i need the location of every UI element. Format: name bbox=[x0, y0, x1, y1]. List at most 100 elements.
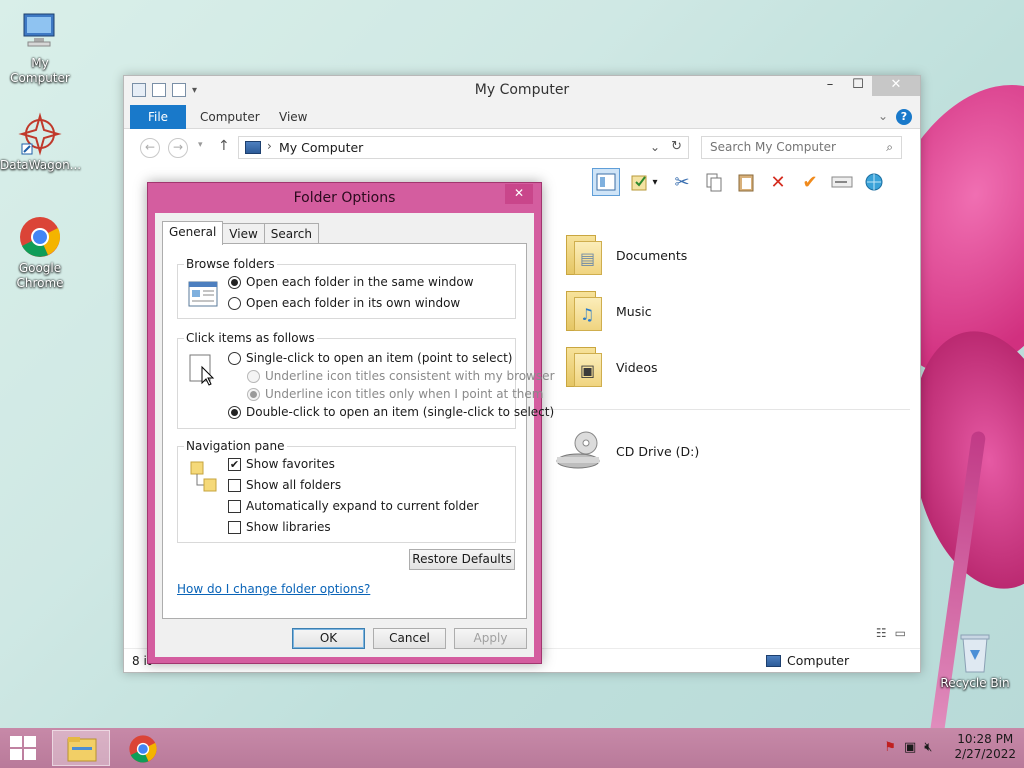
taskbar-chrome[interactable] bbox=[114, 730, 172, 766]
group-title: Navigation pane bbox=[184, 439, 287, 453]
item-name: Documents bbox=[616, 247, 688, 263]
option-label: Open each folder in the same window bbox=[246, 275, 474, 289]
ribbon-tab-file[interactable]: File bbox=[130, 105, 186, 129]
restore-defaults-button[interactable]: Restore Defaults bbox=[409, 549, 515, 570]
radio-double-click[interactable]: Double-click to open an item (single-cli… bbox=[228, 405, 554, 419]
explorer-title-bar[interactable]: ▾ My Computer – ☐ ✕ bbox=[124, 76, 920, 105]
details-view-icon[interactable]: ☷ bbox=[876, 626, 887, 640]
radio-button[interactable] bbox=[228, 405, 241, 419]
network-icon[interactable]: ▣ bbox=[904, 740, 916, 755]
radio-same-window[interactable]: Open each folder in the same window bbox=[228, 275, 474, 289]
explorer-title: My Computer bbox=[474, 82, 570, 98]
checkbox-show-all-folders[interactable]: Show all folders bbox=[228, 478, 341, 492]
up-button[interactable]: ↑ bbox=[218, 138, 230, 154]
ribbon-tab-view[interactable]: View bbox=[267, 105, 319, 129]
desktop-icon-label: DataWagon... bbox=[0, 158, 82, 172]
tab-view[interactable]: View bbox=[222, 223, 265, 244]
checkbox[interactable]: ✔ bbox=[228, 457, 241, 471]
cd-drive-icon bbox=[554, 429, 602, 473]
checkbox[interactable] bbox=[228, 478, 241, 492]
browse-folders-group: Browse folders Open each folder in the s… bbox=[177, 257, 516, 319]
back-button[interactable]: ← bbox=[140, 138, 160, 158]
radio-button bbox=[247, 369, 260, 383]
list-item[interactable]: CD Drive (D:) bbox=[554, 429, 699, 473]
ok-button[interactable]: OK bbox=[292, 628, 365, 649]
radio-own-window[interactable]: Open each folder in its own window bbox=[228, 296, 460, 310]
taskbar-file-explorer[interactable] bbox=[52, 730, 110, 766]
breadcrumb-chevron-icon[interactable]: › bbox=[267, 139, 272, 153]
radio-button[interactable] bbox=[228, 351, 241, 365]
desktop-icon-google-chrome[interactable]: Google Chrome bbox=[0, 215, 80, 291]
large-icons-view-icon[interactable]: ▭ bbox=[895, 626, 906, 640]
preview-pane-icon[interactable] bbox=[592, 168, 620, 196]
address-bar[interactable]: › My Computer ⌄ ↻ bbox=[238, 136, 689, 159]
radio-button bbox=[247, 387, 260, 401]
paste-icon[interactable] bbox=[732, 168, 760, 196]
list-item[interactable]: ▣ Videos bbox=[564, 343, 658, 391]
network-globe-icon[interactable] bbox=[860, 168, 888, 196]
volume-muted-icon[interactable]: 🔇︎ bbox=[924, 740, 932, 755]
help-icon[interactable]: ? bbox=[896, 109, 912, 125]
list-item[interactable]: ▤ Documents bbox=[564, 231, 687, 279]
delete-icon[interactable]: ✕ bbox=[764, 168, 792, 196]
dialog-close-button[interactable]: ✕ bbox=[505, 184, 533, 204]
desktop-icon-my-computer[interactable]: My Computer bbox=[0, 10, 80, 86]
option-label: Open each folder in its own window bbox=[246, 296, 461, 310]
taskbar: ⚑ ▣ 🔇︎ 10:28 PM 2/27/2022 bbox=[0, 728, 1024, 768]
documents-folder-icon: ▤ bbox=[564, 231, 602, 279]
ribbon-tab-computer[interactable]: Computer bbox=[188, 105, 272, 129]
properties-check-icon[interactable]: ▾ bbox=[624, 168, 664, 196]
option-label: Double-click to open an item (single-cli… bbox=[246, 405, 555, 419]
cut-icon[interactable]: ✂ bbox=[668, 168, 696, 196]
ribbon-expand-icon[interactable]: ⌄ bbox=[878, 109, 888, 123]
action-center-flag-icon[interactable]: ⚑ bbox=[884, 740, 896, 755]
group-divider bbox=[534, 409, 910, 410]
maximize-button[interactable]: ☐ bbox=[844, 76, 872, 96]
dialog-title-bar[interactable]: Folder Options ✕ bbox=[148, 183, 541, 213]
minimize-button[interactable]: – bbox=[816, 76, 844, 96]
radio-underline-point: Underline icon titles only when I point … bbox=[247, 387, 543, 401]
search-input[interactable] bbox=[702, 137, 872, 157]
recent-locations-icon[interactable]: ▾ bbox=[198, 140, 203, 150]
tab-general[interactable]: General bbox=[162, 221, 224, 245]
search-icon[interactable]: ⌕ bbox=[886, 140, 893, 155]
checkbox-show-favorites[interactable]: ✔ Show favorites bbox=[228, 457, 335, 471]
checkbox[interactable] bbox=[228, 499, 241, 513]
forward-button[interactable]: → bbox=[168, 138, 188, 158]
folder-tree-icon bbox=[190, 461, 220, 498]
list-item[interactable]: ♫ Music bbox=[564, 287, 652, 335]
radio-button[interactable] bbox=[228, 296, 241, 310]
recycle-bin-icon bbox=[953, 630, 997, 674]
desktop-icon-recycle-bin[interactable]: Recycle Bin bbox=[935, 630, 1015, 691]
radio-button[interactable] bbox=[228, 275, 241, 289]
status-location: Computer bbox=[766, 653, 849, 668]
close-button[interactable]: ✕ bbox=[872, 76, 920, 96]
dialog-body: General View Search Browse folders Open … bbox=[155, 213, 555, 657]
music-folder-icon: ♫ bbox=[564, 287, 602, 335]
address-dropdown-icon[interactable]: ⌄ bbox=[650, 140, 660, 154]
refresh-icon[interactable]: ↻ bbox=[671, 139, 682, 154]
desktop-icon-datawagon[interactable]: DataWagon... bbox=[0, 112, 82, 173]
datawagon-icon bbox=[18, 112, 62, 156]
checkbox-show-libraries[interactable]: Show libraries bbox=[228, 520, 331, 534]
checkbox[interactable] bbox=[228, 520, 241, 534]
apply-button[interactable]: Apply bbox=[454, 628, 527, 649]
rename-check-icon[interactable]: ✔ bbox=[796, 168, 824, 196]
status-location-label: Computer bbox=[787, 653, 850, 668]
search-box[interactable]: ⌕ bbox=[701, 136, 902, 159]
checkbox-auto-expand[interactable]: Automatically expand to current folder bbox=[228, 499, 479, 513]
start-button[interactable] bbox=[10, 736, 36, 760]
clock[interactable]: 10:28 PM 2/27/2022 bbox=[954, 732, 1016, 762]
tab-search[interactable]: Search bbox=[263, 223, 320, 244]
cancel-button[interactable]: Cancel bbox=[373, 628, 446, 649]
option-label: Show libraries bbox=[246, 520, 331, 534]
map-drive-icon[interactable] bbox=[828, 168, 856, 196]
help-link[interactable]: How do I change folder options? bbox=[177, 582, 370, 596]
option-label: Underline icon titles only when I point … bbox=[265, 387, 544, 401]
file-explorer-icon bbox=[66, 735, 98, 766]
copy-icon[interactable] bbox=[700, 168, 728, 196]
radio-single-click[interactable]: Single-click to open an item (point to s… bbox=[228, 351, 512, 365]
desktop-icon-label: My Computer bbox=[10, 56, 70, 85]
computer-small-icon bbox=[766, 654, 781, 667]
option-label: Underline icon titles consistent with my… bbox=[265, 369, 555, 383]
